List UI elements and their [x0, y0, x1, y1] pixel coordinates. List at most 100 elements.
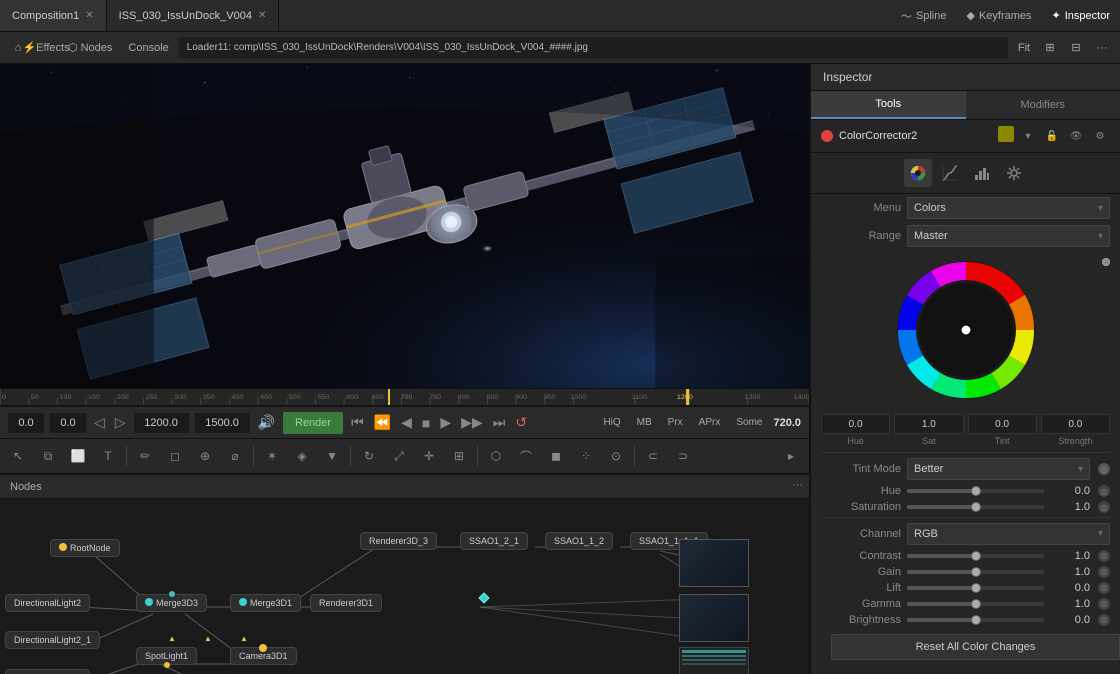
tint-mode-select[interactable]: Better Normal [914, 463, 1078, 475]
scene-tool[interactable]: ⊃ [669, 442, 697, 470]
mb-btn[interactable]: MB [632, 415, 657, 430]
node-merge3d1[interactable]: Merge3D1 [230, 594, 301, 612]
node-ssao1_2_1[interactable]: SSAO1_2_1 [460, 532, 528, 550]
node-rootnode[interactable]: RootNode [50, 539, 120, 557]
gain-reset[interactable]: ◎ [1098, 566, 1110, 578]
node-dirlight2[interactable]: DirectionalLight2 [5, 594, 90, 612]
tab-composition1-close[interactable]: ✕ [85, 10, 93, 21]
range-dropdown[interactable]: Master Shadows Midtones Highlights ▾ [907, 225, 1110, 247]
step-back-btn[interactable]: ⏪ [372, 414, 393, 431]
lift-slider-track[interactable] [907, 586, 1044, 590]
reset-all-color-btn[interactable]: Reset All Color Changes [831, 634, 1120, 660]
gamma-reset[interactable]: ◎ [1098, 598, 1110, 610]
mask-tool[interactable]: ◼ [542, 442, 570, 470]
frame-end-input[interactable] [195, 413, 250, 433]
saturation-slider-thumb[interactable] [971, 502, 981, 512]
nodes-more-btn[interactable]: ··· [792, 479, 803, 491]
view-more-btn[interactable]: ··· [1090, 36, 1114, 60]
hue-slider-track[interactable] [907, 489, 1044, 493]
gamma-slider-track[interactable] [907, 602, 1044, 606]
time-start-input[interactable] [8, 413, 44, 433]
nodes-btn[interactable]: ⬡ Nodes [62, 36, 118, 60]
time-offset-input[interactable] [50, 413, 86, 433]
tab-iss030[interactable]: ISS_030_IssUnDock_V004 ✕ [107, 0, 280, 31]
brightness-reset[interactable]: ◎ [1098, 614, 1110, 626]
play-btn[interactable]: ▶ [438, 414, 453, 431]
prev-frame-btn[interactable]: ◁ [92, 414, 107, 431]
node-dirlight1[interactable]: DirectionalLight1 [5, 669, 90, 674]
particle-tool[interactable]: ⁘ [572, 442, 600, 470]
zoom-tool[interactable]: ⊞ [445, 442, 473, 470]
effects-btn[interactable]: ⚡ Effects [34, 36, 58, 60]
tint-value-input[interactable] [968, 414, 1037, 434]
node-lock-btn[interactable]: 🔓 [1042, 126, 1062, 146]
fit-btn[interactable]: Fit [1012, 36, 1036, 60]
scale-tool[interactable]: ⤢ [385, 442, 413, 470]
bucket-tool[interactable]: ▼ [318, 442, 346, 470]
wand-tool[interactable]: ✶ [258, 442, 286, 470]
hiq-btn[interactable]: HiQ [598, 415, 625, 430]
contrast-thumb[interactable] [971, 551, 981, 561]
brush-tool[interactable]: ⌀ [221, 442, 249, 470]
hue-value-input[interactable] [821, 414, 890, 434]
pointer-tool[interactable]: ↖ [4, 442, 32, 470]
hue-slider-thumb[interactable] [971, 486, 981, 496]
node-color-btn[interactable] [998, 126, 1014, 142]
tab-composition1[interactable]: Composition1 ✕ [0, 0, 107, 31]
gain-thumb[interactable] [971, 567, 981, 577]
view-grid-btn[interactable]: ⊞ [1038, 36, 1062, 60]
wheel-corner-indicator[interactable] [1102, 258, 1110, 266]
tab-tools[interactable]: Tools [811, 91, 966, 119]
node-settings-btn[interactable]: ⚙ [1090, 126, 1110, 146]
node-expand-btn[interactable]: ▾ [1018, 126, 1038, 146]
saturation-slider-reset[interactable]: ◎ [1098, 501, 1110, 513]
tracker-tool[interactable]: ⊙ [602, 442, 630, 470]
step-fwd-btn[interactable]: ▶▶ [459, 414, 485, 431]
gamma-thumb[interactable] [971, 599, 981, 609]
node-visibility-btn[interactable]: 👁 [1066, 126, 1086, 146]
loop-btn[interactable]: ↺ [513, 414, 529, 431]
sat-value-input[interactable] [894, 414, 963, 434]
hue-slider-reset[interactable]: ◎ [1098, 485, 1110, 497]
console-btn[interactable]: Console [122, 36, 174, 60]
frame-current-input[interactable] [134, 413, 189, 433]
text-tool[interactable]: T [94, 442, 122, 470]
tint-mode-dropdown[interactable]: Better Normal ▾ [907, 458, 1090, 480]
channel-dropdown[interactable]: RGB Red Green Blue Alpha ▾ [907, 523, 1110, 545]
poly-tool[interactable]: ⬡ [482, 442, 510, 470]
color-wheel[interactable] [896, 260, 1036, 400]
tab-modifiers[interactable]: Modifiers [966, 91, 1120, 119]
timeline-bar[interactable]: 0 50 100 150 200 250 300 350 400 [0, 388, 809, 406]
eyedrop-tool[interactable]: ◈ [288, 442, 316, 470]
step-rev-btn[interactable]: ◀ [399, 414, 414, 431]
settings-icon-btn[interactable] [1000, 159, 1028, 187]
node-ssao1_1_2[interactable]: SSAO1_1_2 [545, 532, 613, 550]
skip-end-btn[interactable]: ⏭ [491, 414, 508, 431]
channel-select[interactable]: RGB Red Green Blue Alpha [914, 528, 1098, 540]
brightness-slider-track[interactable] [907, 618, 1044, 622]
lift-thumb[interactable] [971, 583, 981, 593]
histogram-icon-btn[interactable] [968, 159, 996, 187]
menu-dropdown[interactable]: Colors Levels Curves ▾ [907, 197, 1110, 219]
node-spotlight1[interactable]: SpotLight1 [136, 647, 197, 665]
node-merge3d3[interactable]: Merge3D3 [136, 594, 207, 612]
rectangle-tool[interactable]: ⬜ [64, 442, 92, 470]
prx-btn[interactable]: Prx [663, 415, 688, 430]
curves-icon-btn[interactable] [936, 159, 964, 187]
attach-tool[interactable]: ⊂ [639, 442, 667, 470]
extra-tool[interactable]: ▸ [777, 442, 805, 470]
stamp-tool[interactable]: ⊕ [191, 442, 219, 470]
tab-iss030-close[interactable]: ✕ [258, 10, 266, 21]
keyframes-btn[interactable]: ◆ Keyframes [956, 0, 1041, 31]
node-renderer3d3[interactable]: Renderer3D_3 [360, 532, 437, 550]
inspector-btn[interactable]: ✦ Inspector [1042, 0, 1120, 31]
some-btn[interactable]: Some [731, 415, 767, 430]
color-wheel-icon-btn[interactable] [904, 159, 932, 187]
nodes-canvas[interactable]: RootNode DirectionalLight2 DirectionalLi… [0, 499, 809, 674]
tint-mode-reset[interactable]: ◎ [1098, 463, 1110, 475]
spline-btn[interactable]: 〜 Spline [891, 0, 957, 31]
contrast-reset[interactable]: ◎ [1098, 550, 1110, 562]
path-tool[interactable]: ⌒ [512, 442, 540, 470]
lift-reset[interactable]: ◎ [1098, 582, 1110, 594]
skip-start-btn[interactable]: ⏮ [349, 414, 366, 431]
